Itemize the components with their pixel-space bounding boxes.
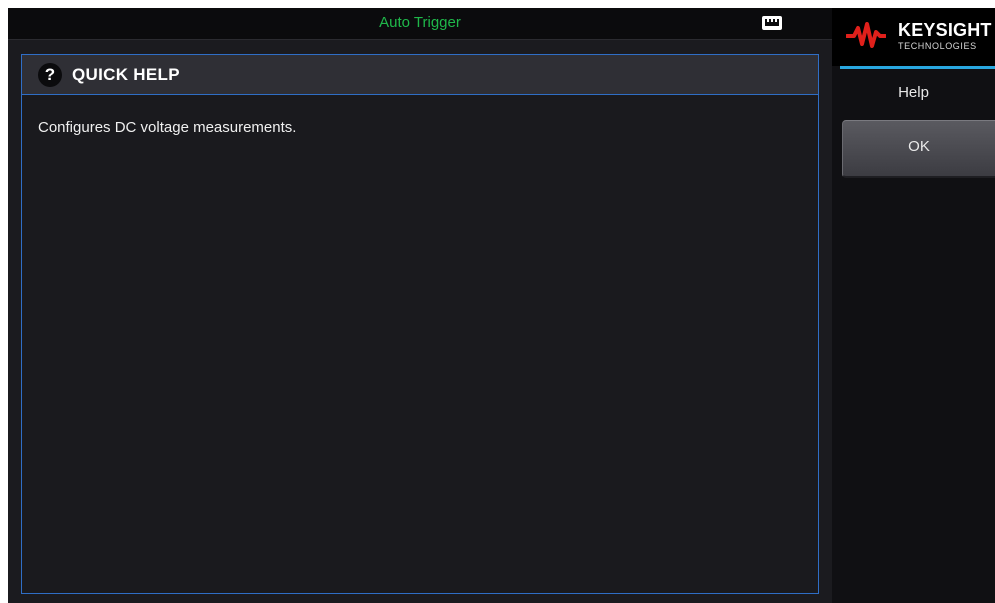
status-bar: Auto Trigger (8, 8, 832, 40)
menu-title: Help (898, 84, 929, 101)
quick-help-title: QUICK HELP (72, 65, 180, 84)
question-icon: ? (38, 63, 62, 87)
quick-help-text: Configures DC voltage measurements. (38, 119, 297, 136)
trigger-status: Auto Trigger (379, 14, 461, 31)
ok-button[interactable]: OK (842, 120, 995, 178)
instrument-screen: Auto Trigger ? QUICK HELP Configures DC … (8, 8, 995, 603)
brand-name: KEYSIGHT (898, 20, 992, 40)
keysight-wave-icon (846, 22, 886, 48)
brand-logo: KEYSIGHT TECHNOLOGIES (832, 8, 995, 66)
quick-help-panel: ? QUICK HELP Configures DC voltage measu… (21, 54, 819, 594)
main-area: Auto Trigger ? QUICK HELP Configures DC … (8, 8, 832, 603)
quick-help-header: ? QUICK HELP (22, 55, 818, 95)
softkey-sidebar: KEYSIGHT TECHNOLOGIES Help OK (832, 8, 995, 603)
network-port-icon (762, 16, 782, 30)
accent-divider (840, 66, 995, 69)
brand-subtitle: TECHNOLOGIES (898, 41, 977, 51)
